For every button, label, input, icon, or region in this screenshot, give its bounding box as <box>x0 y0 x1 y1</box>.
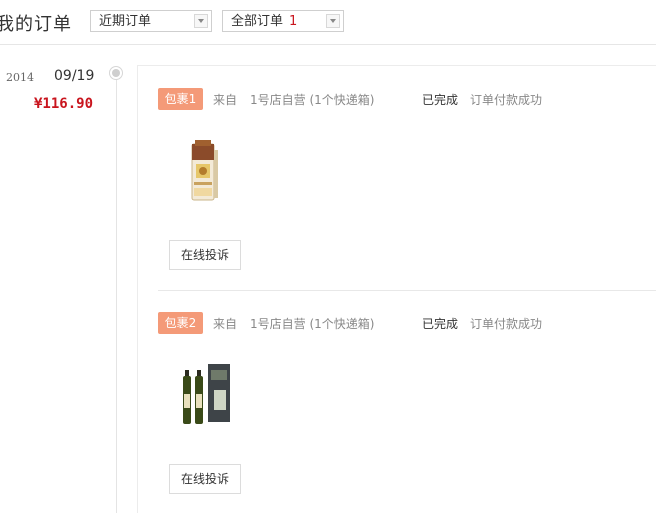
payment-status: 订单付款成功 <box>470 93 543 107</box>
order-year: 2014 <box>6 71 34 84</box>
from-label: 来自 <box>213 317 238 331</box>
order-count-badge: 1 <box>289 14 298 29</box>
order-status: 已完成 <box>422 93 459 107</box>
order-status: 已完成 <box>422 317 459 331</box>
from-label: 来自 <box>213 93 238 107</box>
order-amount: ¥116.90 <box>34 96 94 112</box>
package-badge: 包裹1 <box>158 88 203 110</box>
order-header: 我的订单 近期订单 全部订单 1 <box>0 0 656 45</box>
timeline-line <box>116 74 117 513</box>
snack-box-product-image[interactable] <box>178 136 234 204</box>
package-divider <box>158 290 656 291</box>
order-page: 我的订单 近期订单 全部订单 1 2014 09/19 ¥116.90 包裹1 来… <box>0 0 656 513</box>
complain-button[interactable]: 在线投诉 <box>169 240 241 270</box>
order-date: 09/19 <box>54 68 95 84</box>
shop-name: 1号店自营 (1个快递箱) <box>250 93 375 107</box>
recent-orders-select[interactable]: 近期订单 <box>90 10 212 32</box>
order-card: 包裹1 来自 1号店自营 (1个快递箱) 已完成 订单付款成功 在线投诉 包裹2… <box>137 65 656 513</box>
timeline-dot-icon <box>109 66 123 80</box>
page-title: 我的订单 <box>0 14 72 35</box>
payment-status: 订单付款成功 <box>470 317 543 331</box>
shop-name: 1号店自营 (1个快递箱) <box>250 317 375 331</box>
chevron-down-icon <box>326 14 340 28</box>
complain-button[interactable]: 在线投诉 <box>169 464 241 494</box>
recent-orders-select-label: 近期订单 <box>99 14 152 29</box>
package-badge: 包裹2 <box>158 312 203 334</box>
all-orders-select[interactable]: 全部订单 1 <box>222 10 344 32</box>
all-orders-select-label: 全部订单 <box>231 14 284 29</box>
olive-oil-gift-set-product-image[interactable] <box>178 360 234 428</box>
chevron-down-icon <box>194 14 208 28</box>
